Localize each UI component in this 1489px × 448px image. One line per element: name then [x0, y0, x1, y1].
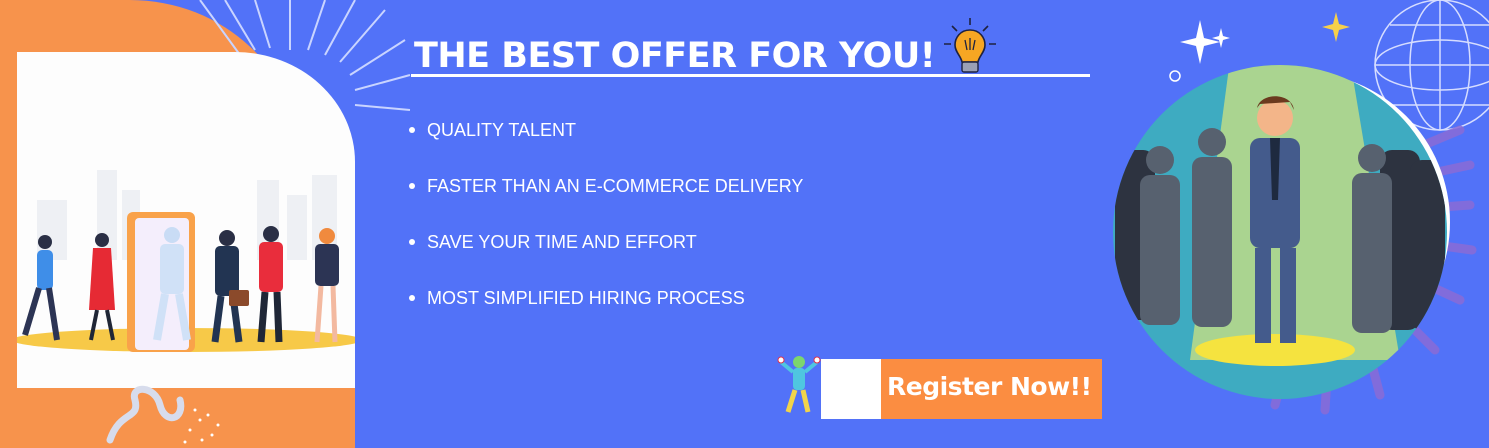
- list-item: QUALITY TALENT: [408, 118, 803, 174]
- feature-text: QUALITY TALENT: [427, 120, 577, 140]
- list-item: FASTER THAN AN E-COMMERCE DELIVERY: [408, 174, 803, 230]
- register-button[interactable]: Register Now!!: [821, 359, 1102, 419]
- feature-text: FASTER THAN AN E-COMMERCE DELIVERY: [427, 176, 804, 196]
- spotlight-team-illustration: [1113, 0, 1489, 415]
- feature-list: QUALITY TALENT FASTER THAN AN E-COMMERCE…: [408, 118, 803, 342]
- bullet-icon: [409, 183, 415, 189]
- bullet-icon: [409, 239, 415, 245]
- list-item: SAVE YOUR TIME AND EFFORT: [408, 230, 803, 286]
- sparkle-icon: [1180, 20, 1220, 64]
- sparkle-icon: [1212, 28, 1230, 48]
- sparkle-icon: [1322, 12, 1350, 42]
- lightbulb-icon: [944, 18, 996, 73]
- register-button-label: Register Now!!: [887, 372, 1092, 401]
- list-item: MOST SIMPLIFIED HIRING PROCESS: [408, 286, 803, 342]
- play-icon: [821, 359, 881, 419]
- squiggle-decoration: [106, 385, 220, 444]
- office-people-illustration: [17, 170, 355, 352]
- bullet-icon: [409, 295, 415, 301]
- page-title: THE BEST OFFER FOR YOU!: [414, 36, 936, 76]
- bullet-icon: [409, 127, 415, 133]
- clown-mascot-icon: [777, 356, 821, 413]
- feature-text: SAVE YOUR TIME AND EFFORT: [427, 232, 697, 252]
- feature-text: MOST SIMPLIFIED HIRING PROCESS: [427, 288, 745, 308]
